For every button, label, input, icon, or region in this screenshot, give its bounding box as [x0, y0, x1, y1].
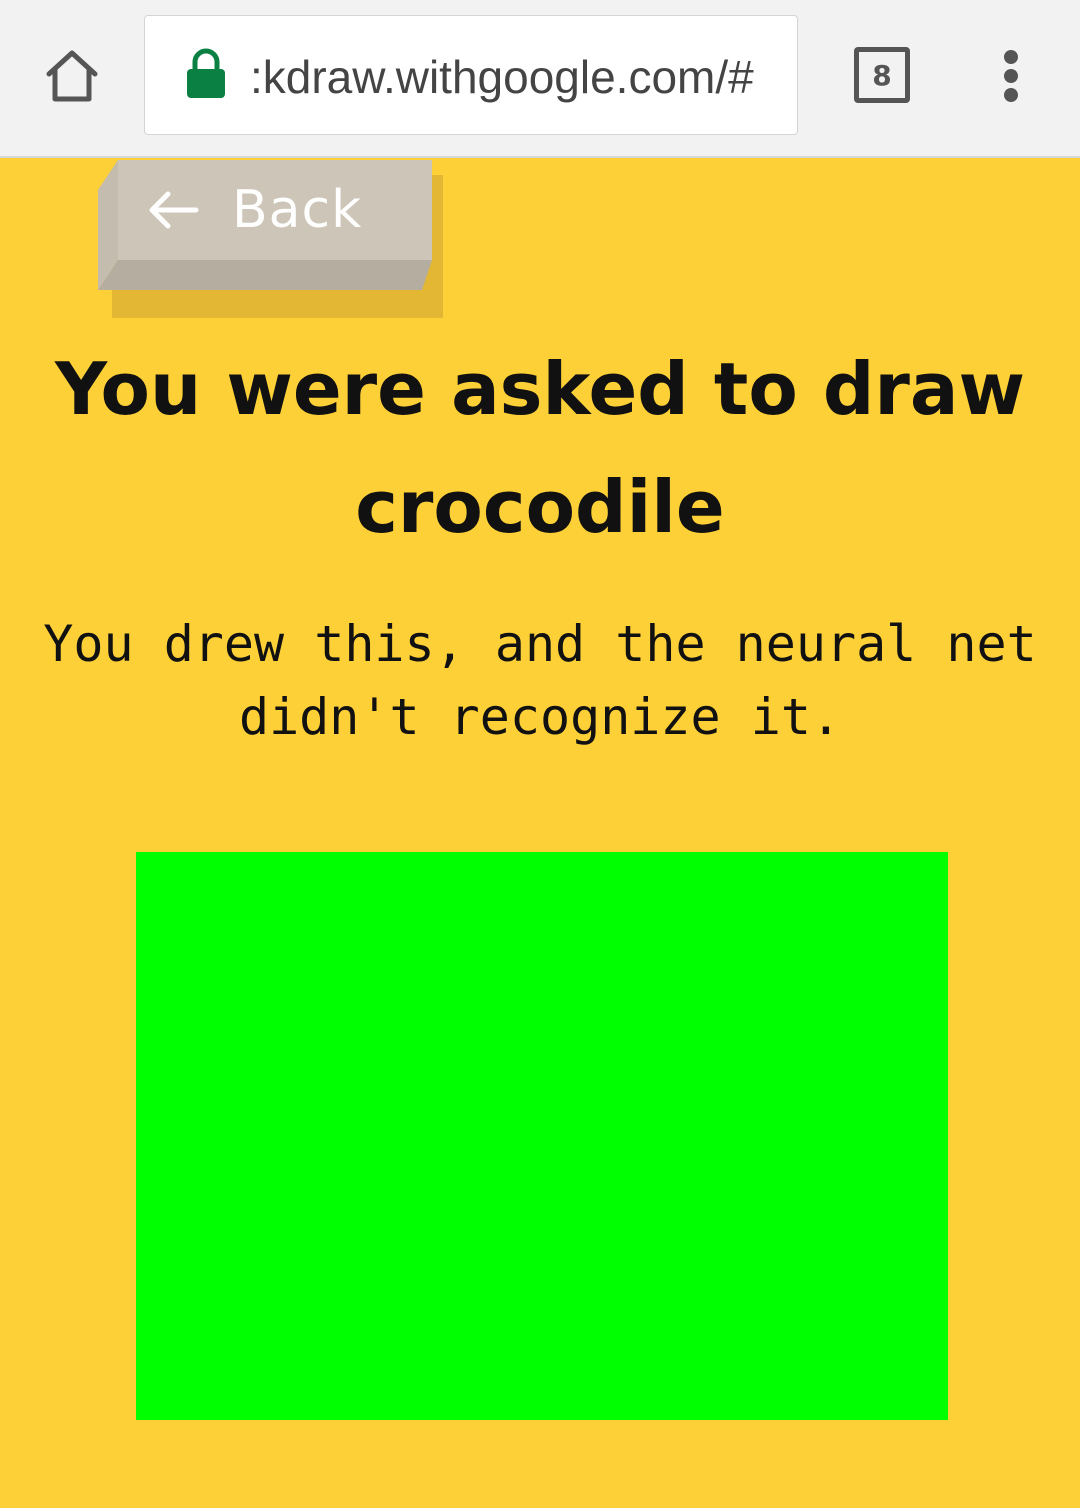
more-vert-icon: [1004, 50, 1018, 64]
home-icon: [46, 50, 98, 102]
drawing-canvas: [136, 852, 948, 1420]
page-title: You were asked to draw crocodile: [40, 330, 1040, 566]
tab-switcher-button[interactable]: 8: [854, 47, 910, 103]
result-description: You drew this, and the neural net didn't…: [43, 615, 1037, 746]
home-button[interactable]: [36, 40, 108, 112]
back-button[interactable]: Back: [98, 160, 434, 292]
lock-icon: [187, 48, 225, 98]
more-menu-button[interactable]: [990, 46, 1032, 106]
back-button-label: Back: [232, 180, 363, 240]
url-text[interactable]: :kdraw.withgoogle.com/#: [250, 42, 780, 112]
drawing-prompt: crocodile: [355, 465, 725, 549]
arrow-left-icon: [149, 191, 199, 229]
title-line: You were asked to draw: [55, 347, 1025, 431]
browser-toolbar: :kdraw.withgoogle.com/# 8: [0, 0, 1080, 158]
